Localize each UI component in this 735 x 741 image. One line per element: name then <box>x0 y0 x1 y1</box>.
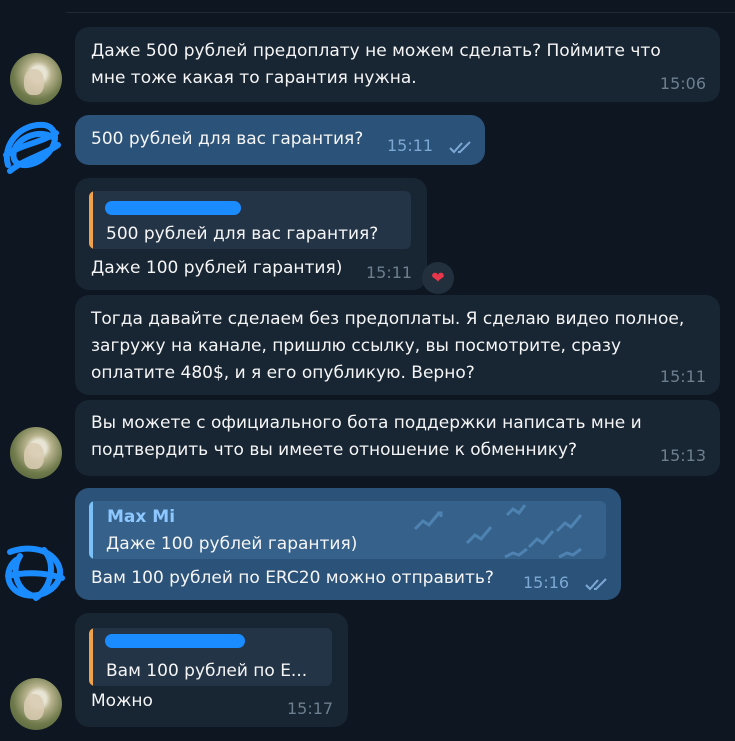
quote-bar <box>89 191 93 249</box>
quote-author: Max Mi <box>107 507 176 527</box>
message-bubble-outgoing[interactable]: 500 рублей для вас гарантия? 15:11 <box>75 115 485 165</box>
message-text: Вам 100 рублей по ERC20 можно отправить? <box>91 568 494 588</box>
message-text: Даже 100 рублей гарантия) <box>91 258 343 278</box>
message-time: 15:11 <box>659 367 706 386</box>
quote-text: Даже 100 рублей гарантия) <box>106 534 358 554</box>
chart-pattern-icon <box>413 504 583 559</box>
message-time: 15:11 <box>366 263 413 282</box>
message-bubble-incoming[interactable]: Вы можете с официального бота поддержки … <box>75 400 720 476</box>
message-text: Можно <box>91 691 153 711</box>
message-time: 15:16 <box>523 573 570 592</box>
contact-avatar[interactable] <box>10 53 62 105</box>
message-bubble-incoming[interactable]: Вам 100 рублей по E... Можно 15:17 <box>75 613 348 727</box>
reply-quote[interactable]: 500 рублей для вас гарантия? <box>89 191 411 249</box>
message-time: 15:11 <box>387 136 434 155</box>
redacted-name <box>105 634 245 648</box>
message-text: Даже 500 рублей предоплату не можем сдел… <box>91 41 661 88</box>
message-text: Вы можете с официального бота поддержки … <box>91 413 642 460</box>
contact-avatar[interactable] <box>10 678 62 730</box>
redacted-avatar-scribble <box>3 121 61 174</box>
redacted-avatar-scribble <box>5 545 65 601</box>
reply-quote[interactable]: Вам 100 рублей по E... <box>89 628 332 686</box>
reply-quote[interactable]: Max Mi Даже 100 рублей гарантия) <box>89 501 606 559</box>
top-divider <box>66 0 735 13</box>
double-check-icon <box>585 578 607 591</box>
message-bubble-incoming[interactable]: Даже 500 рублей предоплату не можем сдел… <box>75 27 720 102</box>
contact-avatar[interactable] <box>10 427 62 479</box>
heart-icon[interactable]: ❤ <box>422 262 454 294</box>
message-time: 15:17 <box>287 699 334 718</box>
message-text: Тогда давайте сделаем без предоплаты. Я … <box>91 309 685 383</box>
message-bubble-incoming[interactable]: 500 рублей для вас гарантия? Даже 100 ру… <box>75 178 427 290</box>
message-text: 500 рублей для вас гарантия? <box>91 129 364 149</box>
quote-text: 500 рублей для вас гарантия? <box>106 224 379 244</box>
message-bubble-incoming[interactable]: Тогда давайте сделаем без предоплаты. Я … <box>75 295 720 395</box>
message-bubble-outgoing[interactable]: Max Mi Даже 100 рублей гарантия) Вам 100… <box>75 488 621 600</box>
double-check-icon <box>449 141 471 154</box>
quote-bar <box>89 501 93 559</box>
redacted-name <box>105 201 241 215</box>
quote-bar <box>89 628 93 686</box>
message-time: 15:13 <box>659 446 706 465</box>
message-time: 15:06 <box>659 74 706 93</box>
quote-text: Вам 100 рублей по E... <box>106 661 308 681</box>
